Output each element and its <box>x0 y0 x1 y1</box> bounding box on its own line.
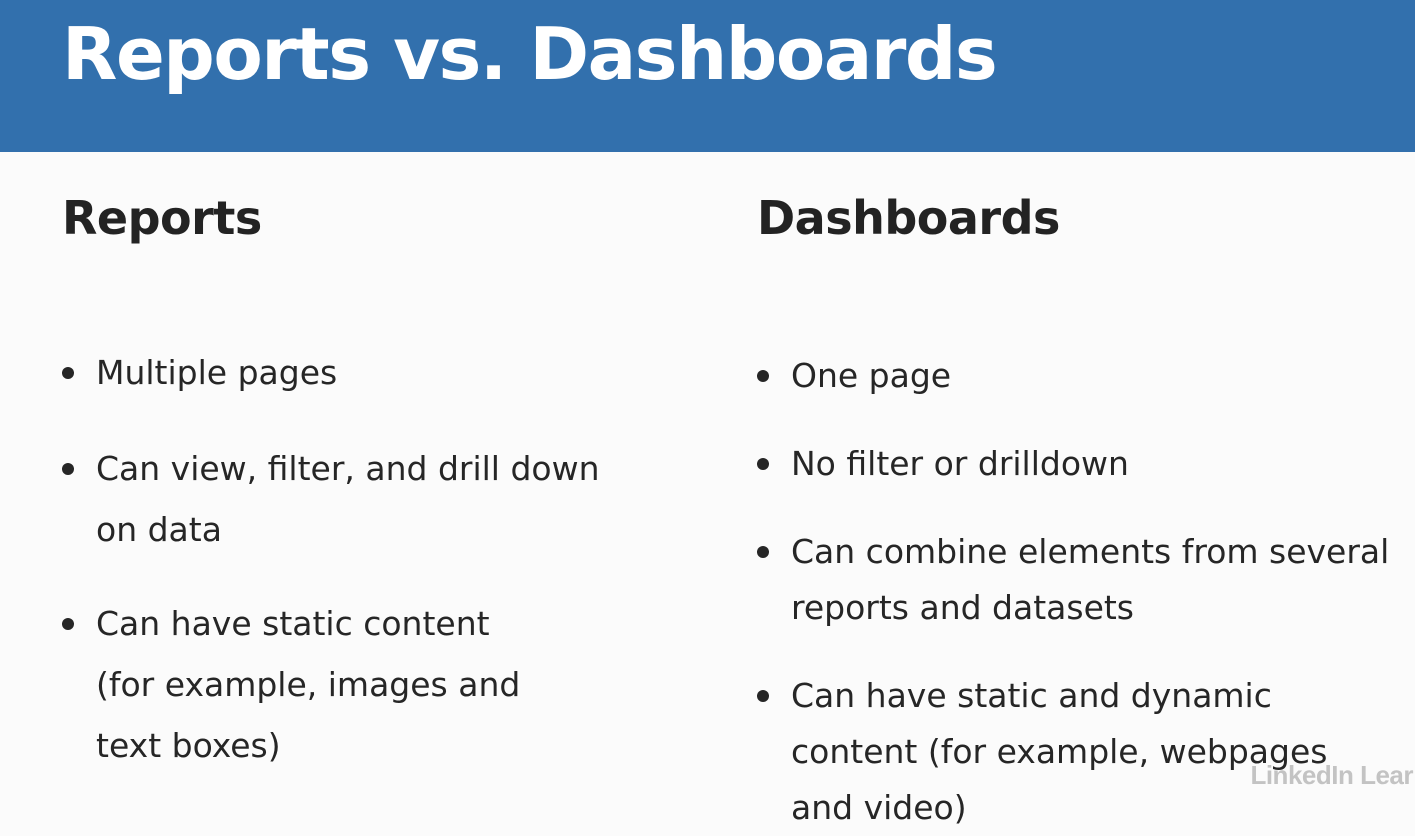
list-item: Can view, filter, and drill down on data <box>62 438 616 560</box>
bullet-icon <box>62 463 74 475</box>
list-item-text: Can have static and dynamic content (for… <box>791 676 1328 827</box>
bullet-icon <box>757 546 769 558</box>
list-item: No filter or drilldown <box>757 436 1391 492</box>
list-item-text: Can view, filter, and drill down on data <box>96 449 600 549</box>
linkedin-learning-watermark: LinkedIn Lear <box>1250 760 1413 790</box>
bullet-icon <box>757 370 769 382</box>
bullet-icon <box>62 618 74 630</box>
bullet-icon <box>62 367 74 379</box>
list-item-text: No filter or drilldown <box>791 444 1129 483</box>
dashboards-heading: Dashboards <box>757 191 1060 245</box>
slide-title: Reports vs. Dashboards <box>62 12 998 96</box>
list-item-text: Can combine elements from several report… <box>791 532 1390 627</box>
bullet-icon <box>757 458 769 470</box>
list-item: Can combine elements from several report… <box>757 524 1411 636</box>
list-item-text: One page <box>791 356 952 395</box>
list-item-text: Can have static content (for example, im… <box>96 604 521 765</box>
list-item: Can have static and dynamic content (for… <box>757 668 1361 836</box>
list-item: Multiple pages <box>62 342 616 403</box>
list-item: Can have static content (for example, im… <box>62 593 526 776</box>
dashboards-column: Dashboards One page No filter or drilldo… <box>757 186 1407 827</box>
reports-column: Reports Multiple pages Can view, filter,… <box>62 186 662 765</box>
list-item-text: Multiple pages <box>96 353 338 392</box>
title-bar: Reports vs. Dashboards <box>0 0 1415 152</box>
reports-heading: Reports <box>62 191 262 245</box>
bullet-icon <box>757 690 769 702</box>
list-item: One page <box>757 348 1391 404</box>
